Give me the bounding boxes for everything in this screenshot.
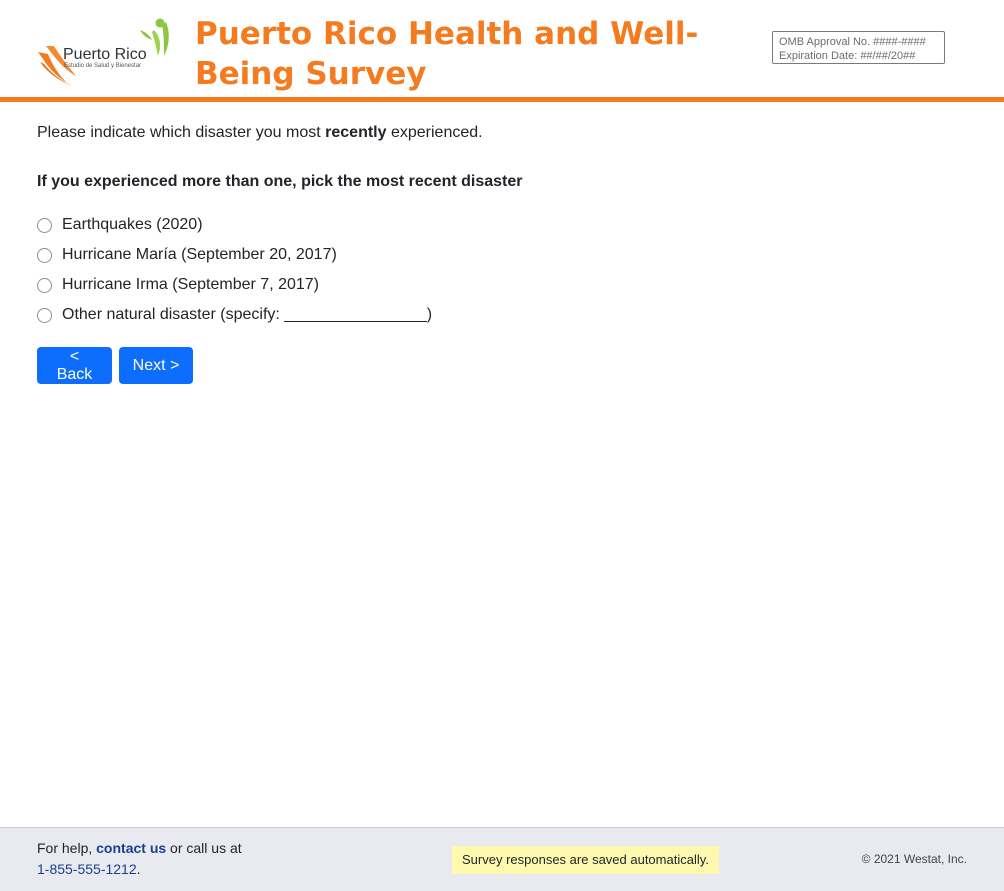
option-other-disaster[interactable]: Other natural disaster (specify: _______…: [37, 300, 432, 330]
option-earthquakes[interactable]: Earthquakes (2020): [37, 210, 432, 240]
back-button[interactable]: < Back: [37, 347, 112, 384]
puerto-rico-logo: Puerto Rico Estudio de Salud y Bienestar: [38, 18, 169, 86]
omb-approval-number: OMB Approval No. ####-####: [779, 36, 926, 48]
radio-button[interactable]: [37, 217, 52, 233]
answer-options: Earthquakes (2020) Hurricane María (Sept…: [37, 210, 432, 330]
question-text: Please indicate which disaster you most …: [37, 124, 483, 142]
radio-button[interactable]: [37, 247, 52, 263]
help-phone-number[interactable]: 1-855-555-1212: [37, 861, 137, 877]
question-prefix: Please indicate which disaster you most: [37, 124, 326, 141]
option-label[interactable]: Earthquakes (2020): [62, 216, 203, 234]
header: Puerto Rico Estudio de Salud y Bienestar…: [0, 0, 1004, 97]
page-title: Puerto Rico Health and Well-Being Survey: [195, 16, 699, 92]
phone-suffix: .: [136, 861, 141, 877]
header-divider: [0, 97, 1004, 102]
question-suffix: experienced.: [386, 124, 483, 141]
option-hurricane-maria[interactable]: Hurricane María (September 20, 2017): [37, 240, 432, 270]
radio-button[interactable]: [37, 307, 52, 323]
option-hurricane-irma[interactable]: Hurricane Irma (September 7, 2017): [37, 270, 432, 300]
help-middle: or call us at: [166, 840, 242, 856]
contact-us-link[interactable]: contact us: [96, 840, 166, 856]
help-text: For help, contact us or call us at 1-855…: [37, 838, 242, 880]
question-emphasis: recently: [325, 124, 387, 141]
radio-button[interactable]: [37, 277, 52, 293]
question-instruction: If you experienced more than one, pick t…: [37, 173, 523, 190]
survey-page: Puerto Rico Estudio de Salud y Bienestar…: [0, 0, 1004, 891]
footer: For help, contact us or call us at 1-855…: [0, 827, 1004, 891]
option-label[interactable]: Hurricane María (September 20, 2017): [62, 246, 337, 264]
help-prefix: For help,: [37, 840, 97, 856]
logo-text: Puerto Rico: [63, 46, 147, 63]
option-label[interactable]: Hurricane Irma (September 7, 2017): [62, 276, 319, 294]
option-label[interactable]: Other natural disaster (specify: _______…: [62, 306, 432, 324]
autosave-notice: Survey responses are saved automatically…: [452, 846, 719, 874]
omb-expiration-date: Expiration Date: ##/##/20##: [779, 50, 916, 62]
next-button[interactable]: Next >: [119, 347, 193, 384]
logo-subtext: Estudio de Salud y Bienestar: [64, 63, 141, 69]
omb-approval-box: OMB Approval No. ####-#### Expiration Da…: [772, 31, 945, 64]
copyright: © 2021 Westat, Inc.: [861, 852, 967, 866]
